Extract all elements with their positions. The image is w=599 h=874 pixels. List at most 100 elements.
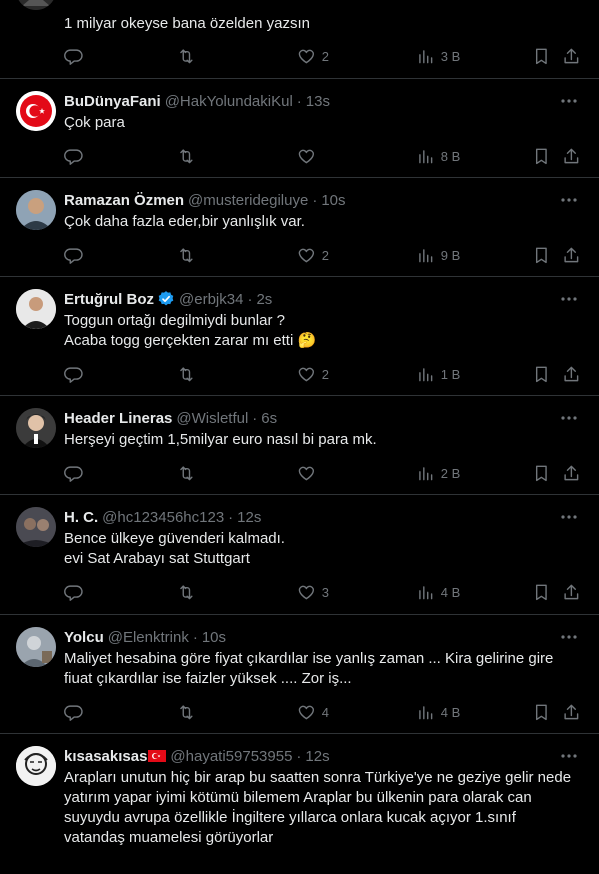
share-button[interactable] bbox=[562, 456, 581, 490]
display-name[interactable]: BuDünyaFani bbox=[64, 93, 161, 110]
tweet[interactable]: H. C. @hc123456hc123 · 12s Bence ülkeye … bbox=[0, 495, 599, 615]
user-handle[interactable]: @Wisletful bbox=[176, 410, 248, 427]
views-button[interactable]: 9 B bbox=[416, 238, 460, 272]
retweet-button[interactable] bbox=[177, 139, 196, 173]
avatar[interactable] bbox=[16, 0, 56, 10]
like-button[interactable] bbox=[297, 139, 316, 173]
analytics-icon bbox=[419, 705, 433, 719]
display-name[interactable]: Ertuğrul Boz bbox=[64, 291, 154, 308]
share-button[interactable] bbox=[562, 238, 581, 272]
more-options-icon[interactable] bbox=[559, 627, 579, 647]
timestamp[interactable]: 6s bbox=[261, 410, 277, 427]
timestamp[interactable]: 12s bbox=[237, 509, 261, 526]
tweet[interactable]: Header Lineras @Wisletful · 6s Herşeyi g… bbox=[0, 396, 599, 495]
avatar[interactable] bbox=[16, 91, 56, 131]
view-count: 3 B bbox=[440, 48, 461, 64]
share-button[interactable] bbox=[562, 139, 581, 173]
tweet-text: Arapları unutun hiç bir arap bu saatten … bbox=[64, 769, 572, 846]
bookmark-button[interactable] bbox=[532, 357, 551, 391]
retweet-button[interactable] bbox=[177, 357, 196, 391]
views-button[interactable]: 4 B bbox=[416, 575, 460, 609]
retweet-button[interactable] bbox=[177, 238, 196, 272]
tweet[interactable]: 1 milyar okeyse bana özelden yazsın 2 3 … bbox=[0, 0, 599, 79]
more-options-icon[interactable] bbox=[559, 408, 579, 428]
user-handle[interactable]: @hc123456hc123 bbox=[102, 509, 224, 526]
share-icon bbox=[564, 465, 579, 480]
reply-button[interactable] bbox=[64, 139, 83, 173]
like-button[interactable] bbox=[297, 456, 316, 490]
views-button[interactable]: 1 B bbox=[416, 357, 460, 391]
timestamp[interactable]: 2s bbox=[256, 291, 272, 308]
share-button[interactable] bbox=[562, 575, 581, 609]
views-button[interactable]: 8 B bbox=[416, 139, 460, 173]
timestamp[interactable]: 13s bbox=[306, 93, 330, 110]
bookmark-button[interactable] bbox=[532, 139, 551, 173]
display-name[interactable]: Header Lineras bbox=[64, 410, 172, 427]
bookmark-button[interactable] bbox=[532, 456, 551, 490]
user-handle[interactable]: @HakYolundakiKul bbox=[165, 93, 293, 110]
display-name[interactable]: Ramazan Özmen bbox=[64, 192, 184, 209]
tweet[interactable]: Yolcu @Elenktrink · 10s Maliyet hesabina… bbox=[0, 615, 599, 734]
bookmark-icon bbox=[535, 247, 547, 263]
bookmark-button[interactable] bbox=[532, 695, 551, 729]
like-count: 2 bbox=[321, 48, 329, 64]
avatar[interactable] bbox=[16, 190, 56, 230]
share-icon bbox=[564, 584, 579, 599]
views-button[interactable]: 4 B bbox=[416, 695, 460, 729]
reply-button[interactable] bbox=[64, 357, 83, 391]
display-name[interactable]: kısasakısas bbox=[64, 748, 147, 765]
timestamp[interactable]: 10s bbox=[202, 629, 226, 646]
more-options-icon[interactable] bbox=[559, 746, 579, 766]
user-handle[interactable]: @Elenktrink bbox=[108, 629, 189, 646]
avatar[interactable] bbox=[16, 507, 56, 547]
analytics-icon bbox=[419, 248, 433, 262]
like-button[interactable]: 2 bbox=[297, 357, 329, 391]
tweet[interactable]: Ramazan Özmen @musteridegiluye · 10s Çok… bbox=[0, 178, 599, 277]
timestamp[interactable]: 10s bbox=[321, 192, 345, 209]
view-count: 4 B bbox=[440, 584, 461, 600]
tweet[interactable]: Ertuğrul Boz @erbjk34 · 2s Toggun ortağı… bbox=[0, 277, 599, 396]
heart-icon bbox=[298, 705, 315, 719]
reply-button[interactable] bbox=[64, 695, 83, 729]
reply-button[interactable] bbox=[64, 238, 83, 272]
more-options-icon[interactable] bbox=[559, 289, 579, 309]
tweet[interactable]: BuDünyaFani @HakYolundakiKul · 13s Çok p… bbox=[0, 79, 599, 178]
tweet[interactable]: kısasakısas @hayati59753955 · 12s Arapla… bbox=[0, 734, 599, 874]
like-button[interactable]: 3 bbox=[297, 575, 329, 609]
avatar[interactable] bbox=[16, 408, 56, 448]
like-button[interactable]: 2 bbox=[297, 238, 329, 272]
bookmark-button[interactable] bbox=[532, 238, 551, 272]
display-name[interactable]: Yolcu bbox=[64, 629, 104, 646]
share-button[interactable] bbox=[562, 39, 581, 73]
retweet-button[interactable] bbox=[177, 695, 196, 729]
more-options-icon[interactable] bbox=[559, 507, 579, 527]
user-handle[interactable]: @hayati59753955 bbox=[170, 748, 292, 765]
more-options-icon[interactable] bbox=[559, 190, 579, 210]
views-button[interactable]: 3 B bbox=[416, 39, 460, 73]
views-button[interactable]: 2 B bbox=[416, 456, 460, 490]
retweet-icon bbox=[180, 248, 193, 262]
tweet-text: Maliyet hesabina göre fiyat çıkardılar i… bbox=[64, 650, 554, 687]
avatar[interactable] bbox=[16, 289, 56, 329]
retweet-button[interactable] bbox=[177, 575, 196, 609]
reply-button[interactable] bbox=[64, 575, 83, 609]
user-handle[interactable]: @musteridegiluye bbox=[188, 192, 308, 209]
share-icon bbox=[564, 704, 579, 719]
timestamp[interactable]: 12s bbox=[305, 748, 329, 765]
bookmark-button[interactable] bbox=[532, 39, 551, 73]
display-name[interactable]: H. C. bbox=[64, 509, 98, 526]
retweet-button[interactable] bbox=[177, 39, 196, 73]
avatar[interactable] bbox=[16, 627, 56, 667]
user-handle[interactable]: @erbjk34 bbox=[179, 291, 243, 308]
reply-button[interactable] bbox=[64, 39, 83, 73]
avatar[interactable] bbox=[16, 746, 56, 786]
share-button[interactable] bbox=[562, 357, 581, 391]
share-button[interactable] bbox=[562, 695, 581, 729]
like-button[interactable]: 2 bbox=[297, 39, 329, 73]
retweet-button[interactable] bbox=[177, 456, 196, 490]
reply-button[interactable] bbox=[64, 456, 83, 490]
like-button[interactable]: 4 bbox=[297, 695, 329, 729]
more-options-icon[interactable] bbox=[559, 91, 579, 111]
bookmark-button[interactable] bbox=[532, 575, 551, 609]
bookmark-icon bbox=[535, 148, 547, 164]
